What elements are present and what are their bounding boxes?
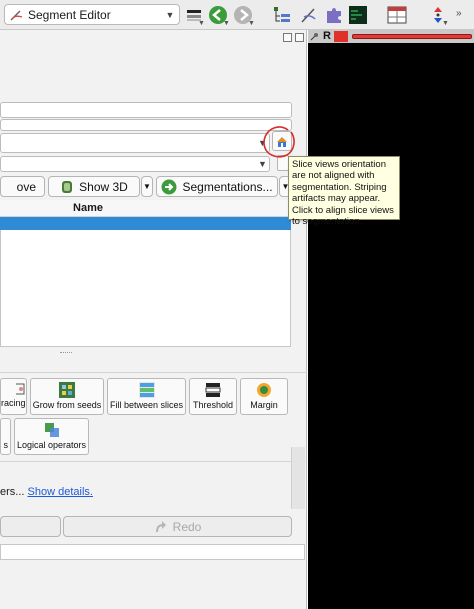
dropdown-arrow-icon[interactable]: ▼ xyxy=(442,20,449,27)
effect-label: s xyxy=(3,440,9,450)
tooltip: Slice views orientation are not aligned … xyxy=(288,156,400,227)
grow-from-seeds-icon xyxy=(59,382,75,398)
effect-label: racing xyxy=(1,398,26,408)
effect-label: Margin xyxy=(250,400,278,410)
annotation-circle xyxy=(263,126,295,158)
remove-segment-button[interactable]: ove xyxy=(0,176,45,197)
red-slice-view[interactable] xyxy=(308,30,474,609)
tracing-icon xyxy=(16,383,25,395)
right-arrow-icon xyxy=(161,179,177,194)
module-selector-value: Segment Editor xyxy=(28,7,111,22)
effect-button-fill-between-slices[interactable]: Fill between slices xyxy=(107,378,186,415)
slice-color-swatch xyxy=(334,31,348,42)
pin-icon[interactable] xyxy=(310,32,319,41)
effect-button-grow-from-seeds[interactable]: Grow from seeds xyxy=(30,378,104,415)
close-panel-icon[interactable] xyxy=(295,33,304,42)
layout-icon[interactable] xyxy=(387,5,407,25)
float-panel-icon[interactable] xyxy=(283,33,292,42)
remove-segment-label: ove xyxy=(16,179,36,194)
segment-editor-icon xyxy=(10,9,23,21)
logical-operators-icon xyxy=(44,423,59,437)
effect-button-partial[interactable]: s xyxy=(0,418,11,455)
effect-label: Grow from seeds xyxy=(32,400,102,410)
source-volume-select[interactable] xyxy=(0,133,270,153)
effect-button-threshold[interactable]: Threshold xyxy=(189,378,237,415)
table-scroll-area xyxy=(0,200,291,347)
module-selector[interactable]: Segment Editor ▼ xyxy=(4,4,180,25)
effect-label: Fill between slices xyxy=(109,400,184,410)
slice-view-name: R xyxy=(323,30,331,42)
redo-button[interactable]: Redo xyxy=(63,516,292,537)
fill-between-slices-icon xyxy=(138,382,155,398)
extensions-puzzle-icon[interactable] xyxy=(324,5,344,25)
effect-button-tracing[interactable]: racing xyxy=(0,378,27,415)
chevron-down-icon: ▼ xyxy=(143,182,151,191)
toolbar-overflow-icon[interactable]: » xyxy=(456,8,462,19)
show-3d-options-button[interactable]: ▼ xyxy=(141,176,153,197)
show-3d-label: Show 3D xyxy=(79,179,128,194)
master-volume-field[interactable] xyxy=(0,119,292,131)
segmentations-label: Segmentations... xyxy=(182,179,273,194)
effect-button-margin[interactable]: Margin xyxy=(240,378,288,415)
effect-button-logical-operators[interactable]: Logical operators xyxy=(14,418,89,455)
effect-label: Logical operators xyxy=(16,440,87,450)
geometry-select[interactable] xyxy=(0,156,270,172)
chevron-down-icon: ▼ xyxy=(165,9,175,20)
undo-button[interactable] xyxy=(0,516,61,537)
options-scrollbar[interactable] xyxy=(291,447,305,509)
chevron-down-icon[interactable]: ▼ xyxy=(258,159,267,169)
redo-label: Redo xyxy=(172,519,202,534)
volume-rendering-icon[interactable] xyxy=(299,5,319,25)
slice-offset-slider[interactable] xyxy=(352,34,472,39)
show-3d-icon xyxy=(62,180,73,193)
dropdown-arrow-icon[interactable]: ▼ xyxy=(223,20,230,27)
redo-icon xyxy=(155,520,166,532)
threshold-icon xyxy=(205,383,221,397)
effect-label: Threshold xyxy=(192,400,234,410)
dropdown-arrow-icon[interactable]: ▼ xyxy=(198,20,205,27)
segmentation-node-field[interactable] xyxy=(0,102,292,118)
splitter-handle[interactable] xyxy=(60,352,72,354)
bottom-info-field xyxy=(0,544,305,560)
dropdown-arrow-icon[interactable]: ▼ xyxy=(248,20,255,27)
status-text: ers... xyxy=(0,486,28,498)
show-details-link[interactable]: Show details. xyxy=(28,486,93,498)
python-console-icon[interactable] xyxy=(348,5,368,25)
status-message: ers... Show details. xyxy=(0,486,93,498)
show-3d-button[interactable]: Show 3D xyxy=(48,176,140,197)
segmentations-button[interactable]: Segmentations... xyxy=(156,176,278,197)
data-tree-icon[interactable] xyxy=(272,5,292,25)
divider xyxy=(0,461,307,462)
margin-icon xyxy=(257,383,271,397)
divider xyxy=(0,372,307,373)
